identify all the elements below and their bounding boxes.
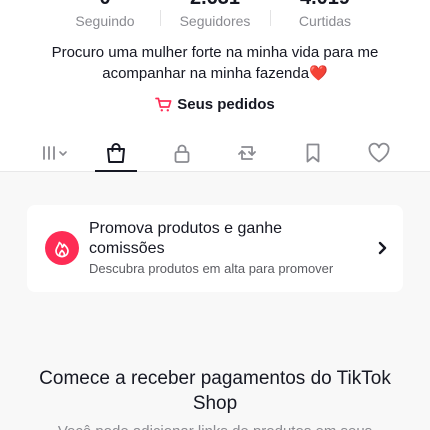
- orders-label: Seus pedidos: [177, 96, 275, 113]
- tab-favorites[interactable]: [288, 134, 338, 172]
- promo-subtitle: Descubra produtos em alta para promover: [89, 261, 334, 276]
- lock-icon: [171, 142, 193, 164]
- earn-description: Você pode adicionar links de produtos em…: [20, 422, 410, 430]
- profile-bio: Procuro uma mulher forte na minha vida p…: [20, 42, 410, 84]
- tab-videos[interactable]: [30, 134, 80, 172]
- following-label: Seguindo: [75, 13, 135, 29]
- stat-likes[interactable]: 4.019 Curtidas: [270, 0, 380, 30]
- followers-label: Seguidores: [179, 13, 251, 29]
- followers-count: 2.631: [160, 0, 270, 10]
- tab-private[interactable]: [157, 134, 207, 172]
- shopping-bag-icon: [104, 141, 128, 165]
- tab-reposts[interactable]: [222, 134, 272, 172]
- stat-following[interactable]: 0 Seguindo: [50, 0, 160, 30]
- heart-outline-icon: [367, 142, 391, 164]
- profile-tabs: [0, 134, 430, 172]
- promo-title: Promova produtos e ganhe comissões: [89, 220, 283, 257]
- earn-title: Comece a receber pagamentos do TikTok Sh…: [39, 368, 391, 414]
- profile-stats: 0 Seguindo 2.631 Seguidores 4.019 Curtid…: [0, 0, 430, 38]
- likes-label: Curtidas: [298, 13, 352, 29]
- flame-icon: [45, 231, 79, 265]
- promote-products-card[interactable]: Promova produtos e ganhe comissões Descu…: [27, 205, 403, 292]
- bio-line-1: Procuro uma mulher forte na minha vida p…: [51, 44, 379, 61]
- likes-count: 4.019: [270, 0, 380, 10]
- grid-columns-icon: [38, 142, 72, 164]
- chevron-right-icon: [377, 240, 387, 261]
- heart-emoji: ❤️: [309, 65, 328, 82]
- tab-shop[interactable]: [91, 134, 141, 172]
- orders-link[interactable]: Seus pedidos: [0, 96, 430, 113]
- stat-followers[interactable]: 2.631 Seguidores: [160, 0, 270, 30]
- bio-line-2: acompanhar na minha fazenda❤️: [20, 63, 410, 84]
- repost-icon: [235, 142, 259, 164]
- following-count: 0: [50, 0, 160, 10]
- bookmark-icon: [302, 142, 324, 164]
- shopping-cart-icon: [155, 97, 173, 113]
- shop-tab-content: Promova produtos e ganhe comissões Descu…: [0, 172, 430, 430]
- bio-line-2-text: acompanhar na minha fazenda: [102, 65, 310, 82]
- tab-liked[interactable]: [354, 134, 404, 172]
